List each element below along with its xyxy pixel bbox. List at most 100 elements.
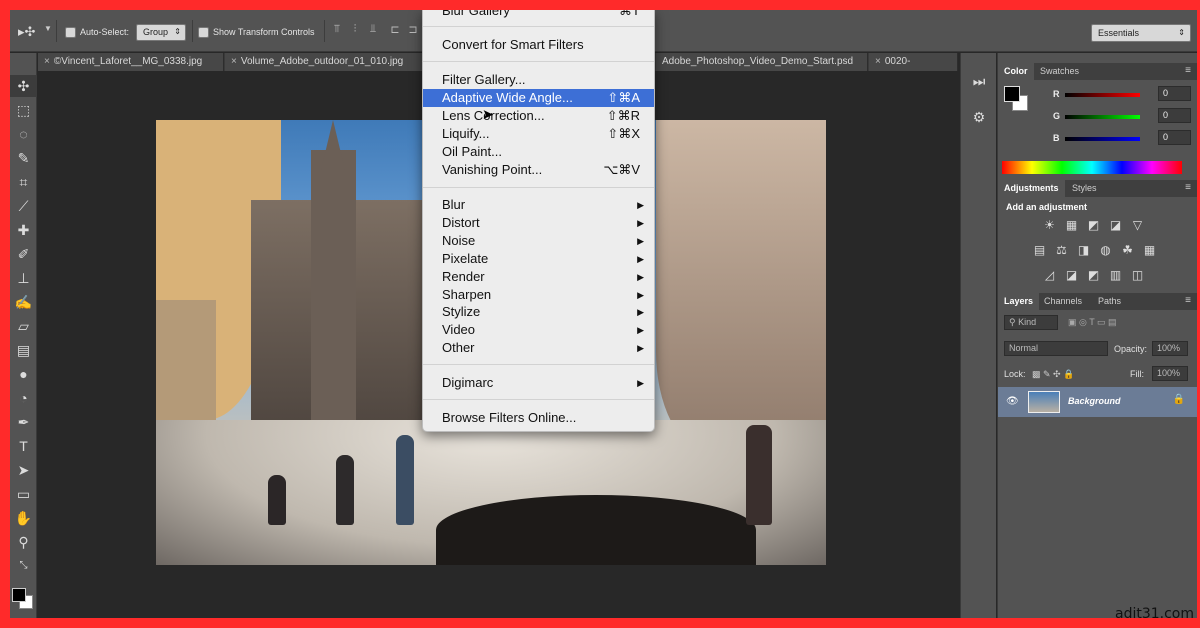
layer-name[interactable]: Background bbox=[1068, 396, 1121, 406]
tab-color[interactable]: Color bbox=[998, 63, 1034, 80]
crop-tool-icon[interactable]: ⌗ bbox=[10, 171, 37, 193]
history-brush-tool-icon[interactable]: ✍ bbox=[10, 291, 37, 313]
menu-item-adaptive-wide-angle[interactable]: Adaptive Wide Angle... ⇧⌘A bbox=[423, 89, 654, 107]
menu-item-pixelate[interactable]: Pixelate ▶ bbox=[423, 250, 654, 268]
close-icon[interactable]: × bbox=[44, 56, 50, 67]
workspace-switcher[interactable]: Essentials ⇕ bbox=[1091, 24, 1191, 42]
menu-item-stylize[interactable]: Stylize ▶ bbox=[423, 303, 654, 321]
history-panel-icon[interactable]: ⏭ bbox=[969, 73, 989, 93]
channel-mixer-icon[interactable]: ☘ bbox=[1119, 243, 1136, 258]
menu-item-other[interactable]: Other ▶ bbox=[423, 339, 654, 357]
menu-item-distort[interactable]: Distort ▶ bbox=[423, 214, 654, 232]
lasso-tool-icon[interactable]: ◌ bbox=[10, 123, 37, 145]
foreground-color-swatch[interactable] bbox=[12, 588, 26, 602]
fill-field[interactable]: 100% bbox=[1152, 366, 1188, 381]
tab-0020[interactable]: × 0020- bbox=[869, 53, 958, 71]
auto-select-target-select[interactable]: Group ⇕ bbox=[136, 24, 186, 41]
color-lookup-icon[interactable]: ▦ bbox=[1141, 243, 1158, 258]
panel-menu-icon[interactable]: ≡ bbox=[1185, 295, 1191, 306]
close-icon[interactable]: × bbox=[231, 56, 237, 67]
menu-item-vanishing-point[interactable]: Vanishing Point... ⌥⌘V bbox=[423, 161, 654, 179]
brush-tool-icon[interactable]: ✐ bbox=[10, 243, 37, 265]
zoom-tool-icon[interactable]: ⚲ bbox=[10, 531, 37, 553]
menu-item-blur[interactable]: Blur ▶ bbox=[423, 196, 654, 214]
green-slider[interactable] bbox=[1065, 115, 1140, 119]
shape-tool-icon[interactable]: ▭ bbox=[10, 483, 37, 505]
lock-icons[interactable]: ▩ ✎ ✣ 🔒 bbox=[1032, 369, 1074, 380]
dodge-tool-icon[interactable]: ◔ bbox=[10, 387, 37, 409]
type-tool-icon[interactable]: T bbox=[10, 435, 37, 457]
menu-item-liquify[interactable]: Liquify... ⇧⌘X bbox=[423, 125, 654, 143]
panel-menu-icon[interactable]: ≡ bbox=[1185, 182, 1191, 193]
path-selection-tool-icon[interactable]: ➤ bbox=[10, 459, 37, 481]
gradient-tool-icon[interactable]: ▤ bbox=[10, 339, 37, 361]
tab-adjustments[interactable]: Adjustments bbox=[998, 180, 1065, 197]
blend-mode-select[interactable]: Normal bbox=[1004, 341, 1108, 356]
invert-icon[interactable]: ◿ bbox=[1041, 268, 1058, 283]
layer-filter-icons[interactable]: ▣ ◎ T ▭ ▤ bbox=[1068, 317, 1117, 328]
tab-paths[interactable]: Paths bbox=[1092, 293, 1127, 310]
menu-item-noise[interactable]: Noise ▶ bbox=[423, 232, 654, 250]
tab-vincent-laforet[interactable]: × ©Vincent_Laforet__MG_0338.jpg bbox=[38, 53, 224, 71]
color-foreground-swatch[interactable] bbox=[1004, 86, 1020, 102]
selective-color-icon[interactable]: ◫ bbox=[1129, 268, 1146, 283]
green-value-field[interactable]: 0 bbox=[1158, 108, 1191, 123]
vibrance-icon[interactable]: ▽ bbox=[1129, 218, 1146, 233]
photo-filter-icon[interactable]: ◍ bbox=[1097, 243, 1114, 258]
tab-channels[interactable]: Channels bbox=[1038, 293, 1088, 310]
healing-brush-tool-icon[interactable]: ✚ bbox=[10, 219, 37, 241]
align-hcenter-icon[interactable]: ⊐ bbox=[406, 23, 420, 37]
gradient-map-icon[interactable]: ▥ bbox=[1107, 268, 1124, 283]
close-icon[interactable]: × bbox=[875, 56, 881, 67]
black-white-icon[interactable]: ◨ bbox=[1075, 243, 1092, 258]
swap-colors-icon[interactable]: ⤡ bbox=[10, 555, 37, 577]
tab-volume-adobe-outdoor[interactable]: × Volume_Adobe_outdoor_01_010.jpg bbox=[225, 53, 423, 71]
hand-tool-icon[interactable]: ✋ bbox=[10, 507, 37, 529]
align-left-icon[interactable]: ⊏ bbox=[388, 23, 402, 37]
brightness-contrast-icon[interactable]: ☀ bbox=[1041, 218, 1058, 233]
tab-styles[interactable]: Styles bbox=[1066, 180, 1103, 197]
threshold-icon[interactable]: ◩ bbox=[1085, 268, 1102, 283]
blue-slider[interactable] bbox=[1065, 137, 1140, 141]
menu-item-filter-gallery[interactable]: Filter Gallery... bbox=[423, 71, 654, 89]
clone-stamp-tool-icon[interactable]: ⊥ bbox=[10, 267, 37, 289]
marquee-tool-icon[interactable]: ⬚ bbox=[10, 99, 37, 121]
show-transform-checkbox[interactable] bbox=[198, 27, 209, 38]
properties-panel-icon[interactable]: ⚙ bbox=[969, 109, 989, 129]
menu-item-convert-smart-filters[interactable]: Convert for Smart Filters bbox=[423, 36, 654, 54]
eraser-tool-icon[interactable]: ▱ bbox=[10, 315, 37, 337]
menu-item-oil-paint[interactable]: Oil Paint... bbox=[423, 143, 654, 161]
move-tool-icon[interactable]: ✣ bbox=[10, 75, 37, 97]
visibility-eye-icon[interactable]: 👁 bbox=[1006, 396, 1019, 407]
menu-item-blur-gallery[interactable]: Blur Gallery ⌘T bbox=[423, 10, 654, 20]
move-tool-icon[interactable]: ▸✣ bbox=[18, 24, 35, 40]
levels-icon[interactable]: ▦ bbox=[1063, 218, 1080, 233]
red-slider[interactable] bbox=[1065, 93, 1140, 97]
blur-tool-icon[interactable]: ● bbox=[10, 363, 37, 385]
red-value-field[interactable]: 0 bbox=[1158, 86, 1191, 101]
menu-item-sharpen[interactable]: Sharpen ▶ bbox=[423, 286, 654, 304]
hue-saturation-icon[interactable]: ▤ bbox=[1031, 243, 1048, 258]
menu-item-render[interactable]: Render ▶ bbox=[423, 268, 654, 286]
color-spectrum-bar[interactable] bbox=[1002, 161, 1182, 174]
align-top-icon[interactable]: ⫪ bbox=[330, 23, 344, 37]
layer-filter-kind[interactable]: ⚲ Kind bbox=[1004, 315, 1058, 330]
menu-item-video[interactable]: Video ▶ bbox=[423, 321, 654, 339]
tab-layers[interactable]: Layers bbox=[998, 293, 1040, 310]
posterize-icon[interactable]: ◪ bbox=[1063, 268, 1080, 283]
tab-photoshop-video-demo[interactable]: Adobe_Photoshop_Video_Demo_Start.psd bbox=[656, 53, 868, 71]
tab-swatches[interactable]: Swatches bbox=[1034, 63, 1085, 80]
menu-item-digimarc[interactable]: Digimarc ▶ bbox=[423, 374, 654, 392]
curves-icon[interactable]: ◩ bbox=[1085, 218, 1102, 233]
layer-row-background[interactable]: 👁 Background 🔒 bbox=[998, 387, 1197, 417]
quick-select-tool-icon[interactable]: ✎ bbox=[10, 147, 37, 169]
menu-item-lens-correction[interactable]: Lens Correction... ⇧⌘R bbox=[423, 107, 654, 125]
auto-select-checkbox[interactable] bbox=[65, 27, 76, 38]
opacity-field[interactable]: 100% bbox=[1152, 341, 1188, 356]
menu-item-browse-filters-online[interactable]: Browse Filters Online... bbox=[423, 409, 654, 427]
tool-preset-chevron-icon[interactable]: ▼ bbox=[44, 24, 52, 33]
align-vcenter-icon[interactable]: ⫶ bbox=[348, 23, 362, 37]
align-bottom-icon[interactable]: ⫫ bbox=[366, 23, 380, 37]
eyedropper-tool-icon[interactable]: ⟋ bbox=[10, 195, 37, 217]
panel-menu-icon[interactable]: ≡ bbox=[1185, 65, 1191, 76]
